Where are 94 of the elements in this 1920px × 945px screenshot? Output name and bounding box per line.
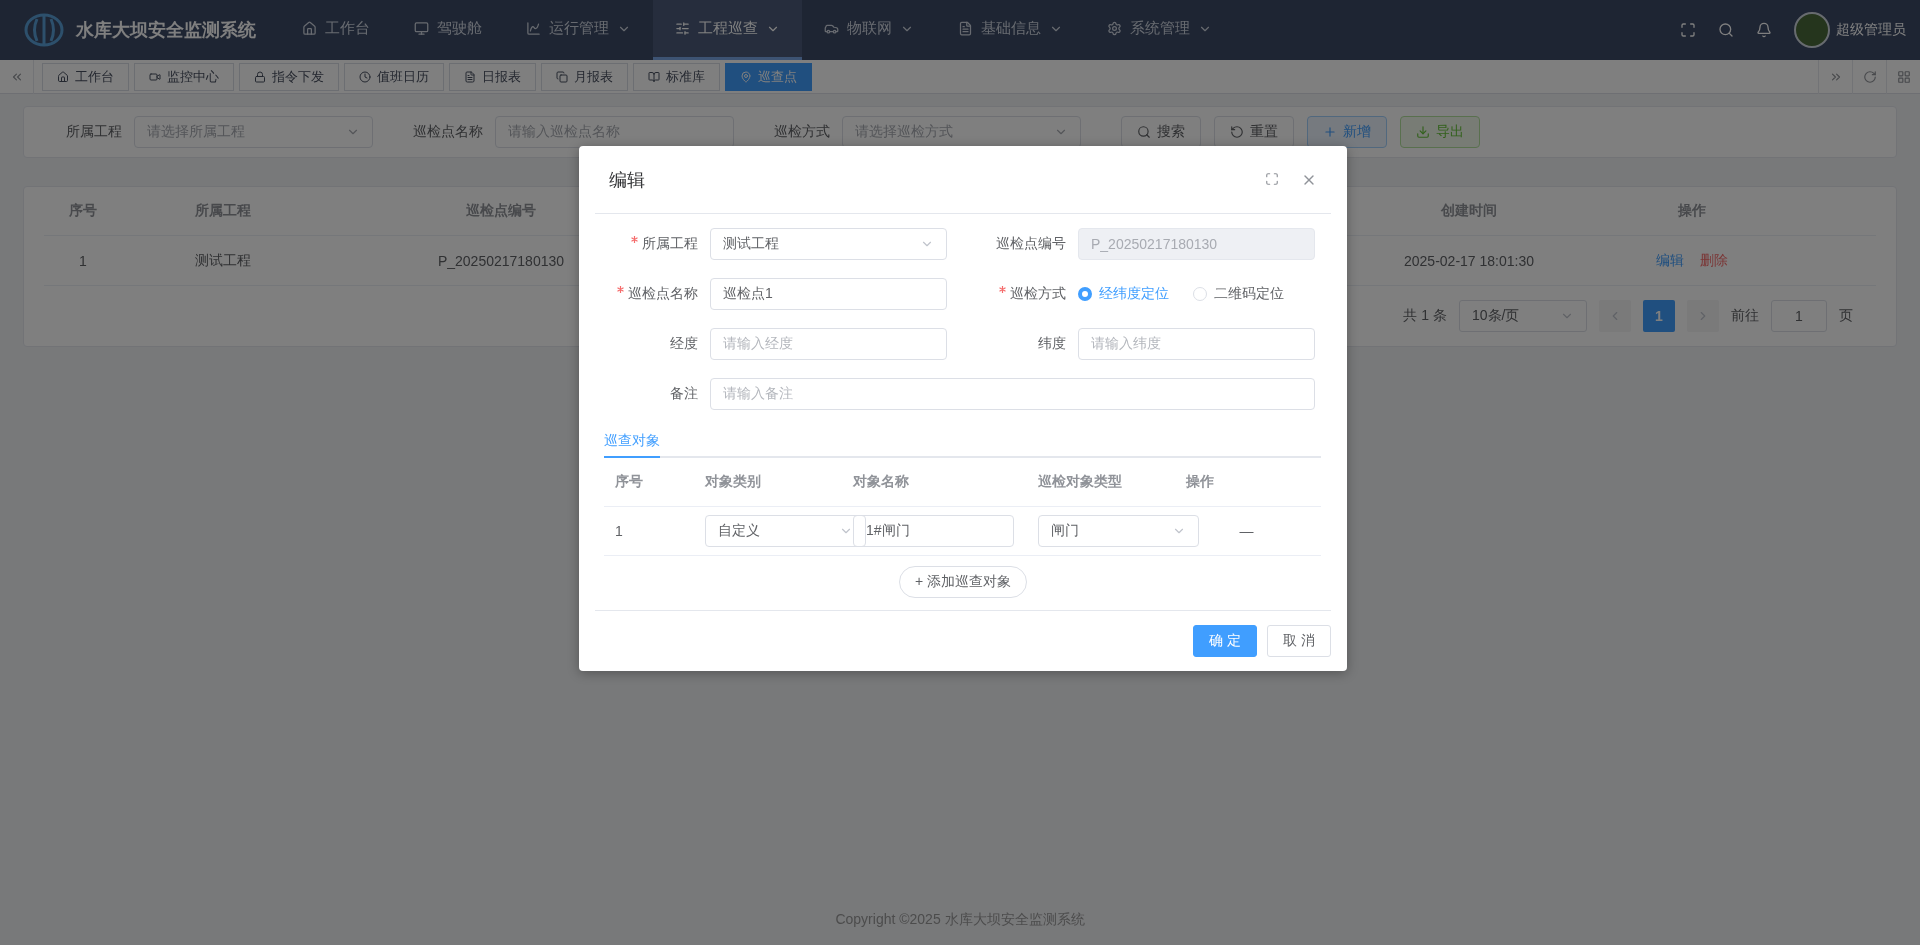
add-button[interactable]: 新增	[1307, 116, 1387, 148]
pin-icon	[740, 70, 752, 83]
settings-icon	[1107, 21, 1122, 36]
plus-icon	[1323, 125, 1337, 139]
lock-icon	[254, 70, 266, 83]
table-cell-text: 测试工程	[194, 251, 252, 270]
logo-icon	[24, 13, 64, 47]
table-cell-text: 1	[78, 252, 88, 269]
grid-icon[interactable]	[1896, 69, 1911, 84]
field-label: 巡检方式	[947, 285, 1078, 303]
section-tab[interactable]: 巡查对象	[604, 426, 660, 458]
nav-item[interactable]: 工作台	[280, 0, 392, 60]
app-title: 水库大坝安全监测系统	[76, 19, 256, 42]
user-name[interactable]: 超级管理员	[1836, 21, 1906, 39]
required-icon	[631, 236, 638, 243]
column-header: 对象类别	[705, 473, 762, 491]
nav-item[interactable]: 运行管理	[504, 0, 653, 60]
input-field[interactable]: 1#闸门	[853, 515, 1014, 547]
total-count: 共 1 条	[1403, 307, 1447, 325]
nav-item[interactable]: 基础信息	[936, 0, 1085, 60]
export-button[interactable]: 导出	[1400, 116, 1480, 148]
search-button[interactable]: 搜索	[1121, 116, 1201, 148]
page-tab[interactable]: 标准库	[633, 62, 720, 91]
page-tab[interactable]: 值班日历	[344, 62, 444, 91]
field-label: 巡检点名称	[579, 285, 710, 303]
select-field[interactable]: 自定义	[705, 515, 866, 547]
required-icon	[999, 286, 1006, 293]
fullscreen-icon[interactable]	[1265, 171, 1279, 186]
confirm-button[interactable]: 确 定	[1193, 625, 1257, 657]
home-icon	[57, 70, 69, 83]
radio-option[interactable]: 二维码定位	[1193, 285, 1284, 303]
radio-option[interactable]: 经纬度定位	[1078, 285, 1169, 303]
sliders-icon	[675, 21, 690, 36]
document-icon	[464, 70, 476, 83]
reset-icon	[1230, 125, 1244, 139]
page-tab[interactable]: 指令下发	[239, 62, 339, 91]
download-icon	[1416, 125, 1430, 139]
required-icon	[617, 286, 624, 293]
input-field[interactable]: 请输入备注	[710, 378, 1315, 410]
page-tab[interactable]: 工作台	[42, 62, 129, 91]
field-label: 备注	[669, 385, 699, 403]
goto-label: 前往	[1731, 307, 1759, 325]
book-icon	[648, 70, 660, 83]
table-cell-text: 2025-02-17 18:01:30	[1403, 252, 1535, 269]
cancel-button[interactable]: 取 消	[1267, 625, 1331, 657]
home-icon	[302, 21, 317, 36]
filter-label: 巡检方式	[774, 123, 830, 141]
video-icon	[149, 70, 161, 83]
field-label: 巡检点编号	[995, 235, 1067, 253]
field-label: 所属工程	[579, 235, 710, 253]
avatar[interactable]	[1794, 12, 1830, 48]
dialog-title: 编辑	[609, 168, 645, 192]
fullscreen-icon[interactable]	[1680, 22, 1696, 38]
search-icon[interactable]	[1718, 22, 1734, 38]
nav-item[interactable]: 工程巡查	[653, 0, 802, 60]
filter-label: 巡检点名称	[413, 123, 483, 141]
add-object-button[interactable]: + 添加巡查对象	[898, 566, 1028, 598]
page-size-select[interactable]: 10条/页	[1459, 300, 1587, 332]
copy-icon	[556, 70, 568, 83]
filter-label: 所属工程	[66, 123, 122, 141]
reset-button[interactable]: 重置	[1214, 116, 1294, 148]
input-field[interactable]: 请输入经度	[710, 328, 947, 360]
table-cell-text: 1	[615, 523, 624, 539]
field-label: 纬度	[1037, 335, 1067, 353]
page-tab[interactable]: 月报表	[541, 62, 628, 91]
column-header: 序号	[615, 473, 644, 491]
nav-item[interactable]: 驾驶舱	[392, 0, 504, 60]
page-tab[interactable]: 监控中心	[134, 62, 234, 91]
document-icon	[958, 21, 973, 36]
page-tab[interactable]: 日报表	[449, 62, 536, 91]
input-field[interactable]: 巡检点1	[710, 278, 947, 310]
search-icon	[1137, 125, 1151, 139]
column-header: 对象名称	[853, 473, 910, 491]
page-tab[interactable]: 巡查点	[725, 62, 812, 91]
select-field[interactable]: 测试工程	[710, 228, 947, 260]
edit-link[interactable]: 编辑	[1656, 251, 1684, 270]
chart-icon	[526, 21, 541, 36]
column-header: 巡检对象类型	[1038, 473, 1123, 491]
input-field[interactable]: 请输入纬度	[1078, 328, 1315, 360]
monitor-icon	[414, 21, 429, 36]
page-button[interactable]: 1	[1643, 300, 1675, 332]
column-header: 操作	[1186, 473, 1215, 491]
page-suffix: 页	[1839, 307, 1853, 325]
bell-icon[interactable]	[1756, 22, 1772, 38]
nav-item[interactable]: 系统管理	[1085, 0, 1234, 60]
nav-item[interactable]: 物联网	[802, 0, 936, 60]
refresh-icon[interactable]	[1862, 69, 1877, 84]
delete-link[interactable]: 删除	[1700, 251, 1728, 270]
clock-icon	[359, 70, 371, 83]
table-cell-text: P_20250217180130	[436, 252, 566, 269]
page-input[interactable]: 1	[1771, 300, 1827, 332]
select-field[interactable]: 闸门	[1038, 515, 1199, 547]
field-label: 经度	[669, 335, 699, 353]
table-cell-text: —	[1238, 523, 1255, 539]
